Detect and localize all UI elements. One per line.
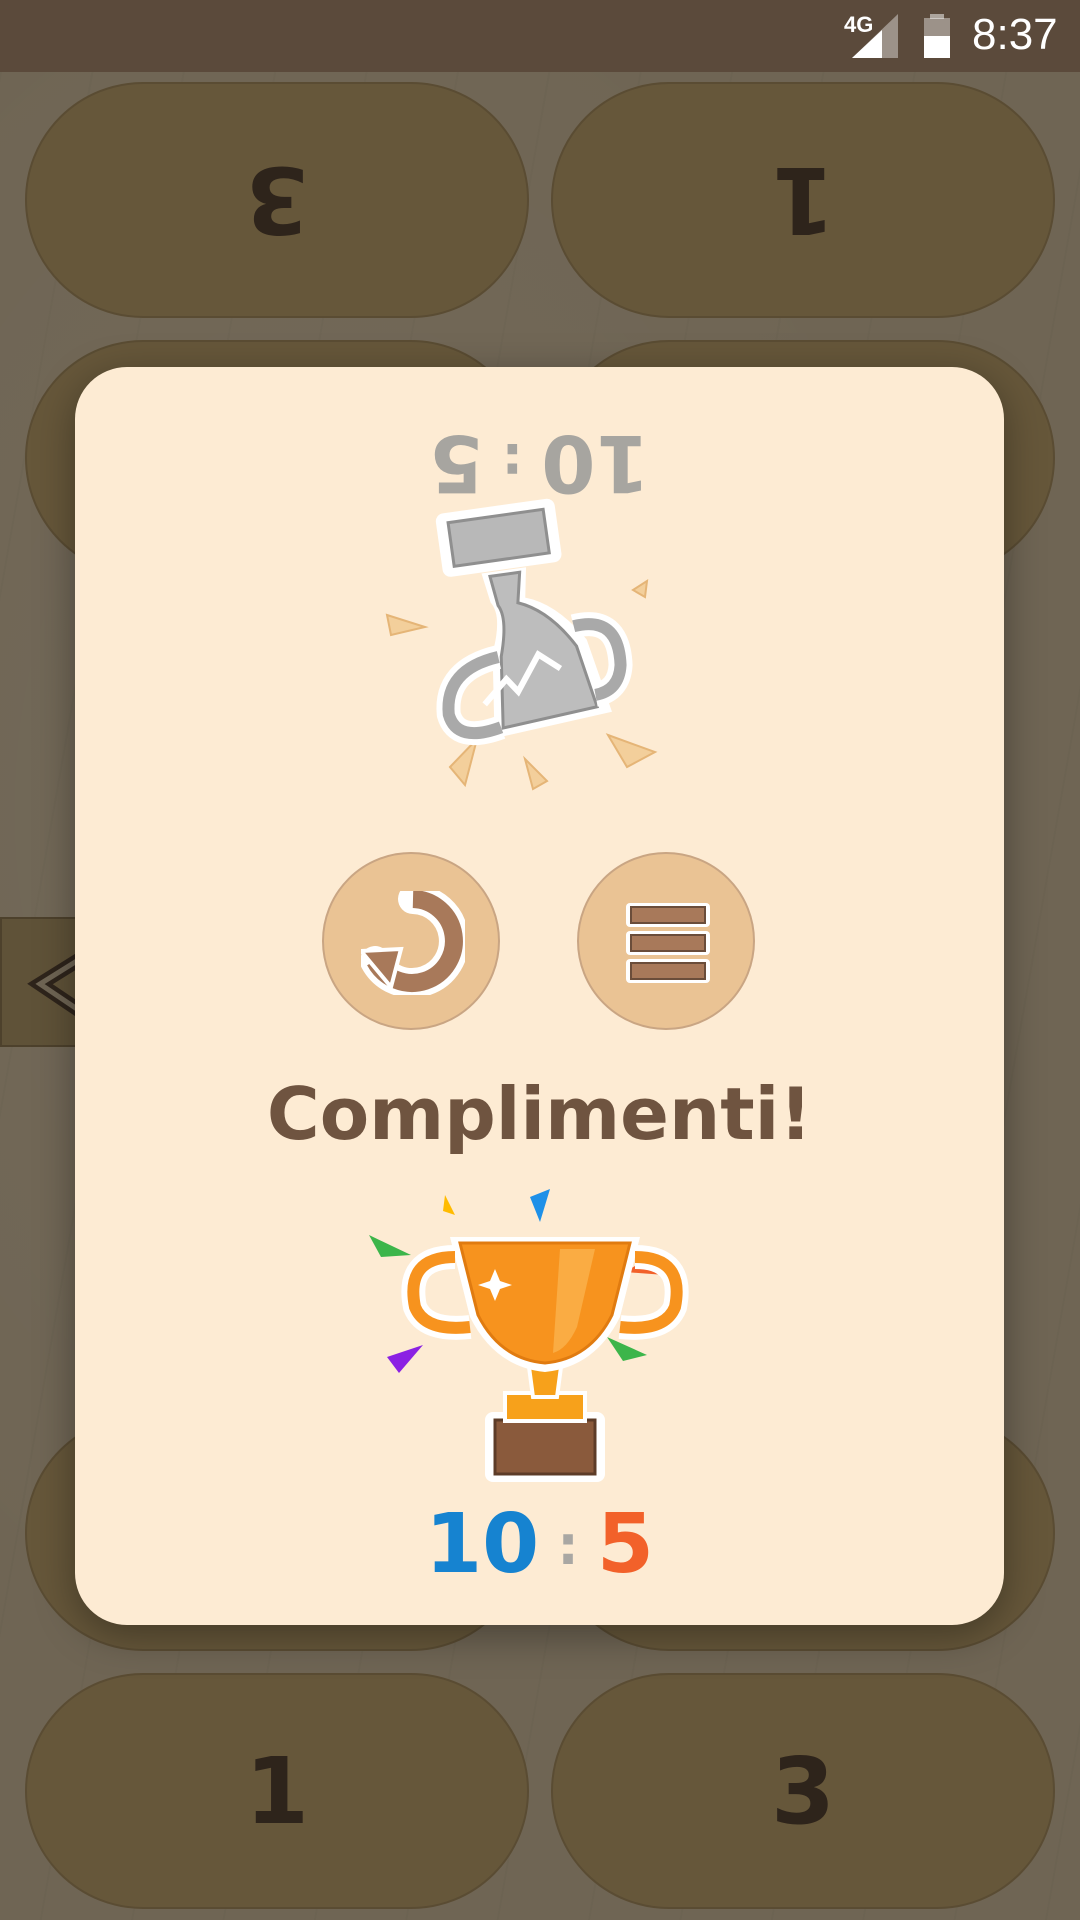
status-bar: 4G 8:37 (0, 0, 1080, 72)
menu-icon (626, 903, 710, 983)
player-score-left: 10 (425, 1497, 540, 1592)
opponent-score: 10:5 (75, 417, 1004, 507)
side-arrow-button[interactable] (0, 917, 84, 1047)
player-score-right: 5 (596, 1497, 654, 1592)
menu-button[interactable] (577, 852, 755, 1030)
opponent-score-separator: : (501, 431, 524, 494)
player-score-separator: : (557, 1514, 579, 1577)
signal-icon (852, 14, 898, 58)
restart-button[interactable] (322, 852, 500, 1030)
tile-top-right[interactable]: 1 (551, 82, 1055, 318)
opponent-score-right: 5 (429, 417, 484, 507)
player-score: 10:5 (75, 1497, 1004, 1592)
dialog-title: Complimenti! (266, 1072, 813, 1156)
tile-bottom-left[interactable]: 1 (25, 1673, 529, 1909)
chevron-left-icon (27, 953, 84, 1017)
trophy-icon (369, 1189, 689, 1482)
result-dialog: 10:5 Complimenti! 10: 5 (75, 367, 1004, 1625)
restart-icon (361, 891, 465, 995)
battery-icon (924, 14, 950, 58)
clock: 8:37 (972, 10, 1058, 59)
tile-bottom-right[interactable]: 3 (551, 1673, 1055, 1909)
opponent-score-left: 10 (541, 417, 650, 507)
tile-top-left[interactable]: 3 (25, 82, 529, 318)
broken-trophy-icon (385, 498, 658, 791)
